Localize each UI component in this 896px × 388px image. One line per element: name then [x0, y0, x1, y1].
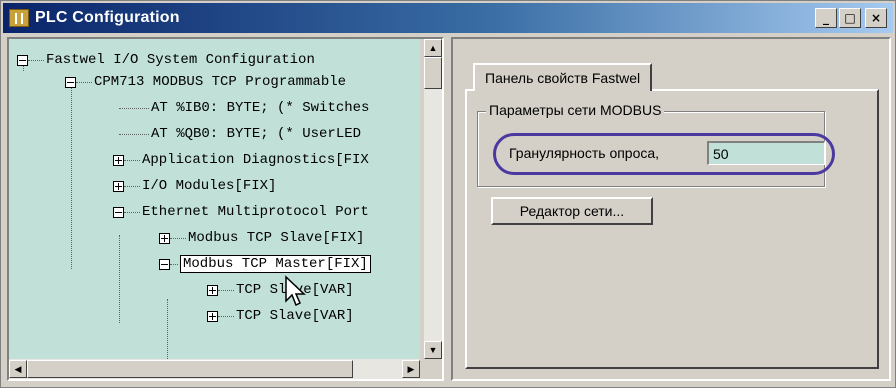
tree-connector [218, 289, 234, 291]
vertical-scroll-thumb[interactable] [424, 57, 442, 89]
arrow-right-icon: ▶ [407, 363, 415, 374]
tree-connector [124, 159, 140, 161]
tree-item-label: Modbus TCP Slave[FIX] [188, 230, 365, 246]
tree-connector [170, 237, 186, 239]
tree-item-label: Modbus TCP Master[FIX] [180, 255, 371, 273]
expand-icon[interactable] [207, 310, 218, 322]
expand-icon[interactable] [113, 154, 124, 166]
tree-connector [119, 133, 149, 135]
scroll-left-button[interactable]: ◀ [9, 360, 27, 378]
app-icon [9, 9, 29, 27]
minimize-icon: _ [823, 11, 829, 25]
title-bar[interactable]: PLC Configuration _ □ × [3, 3, 893, 33]
tree-item-label: Application Diagnostics[FIX [142, 152, 369, 168]
maximize-icon: □ [844, 11, 856, 25]
tree-connector [28, 59, 44, 61]
tree-item-label: I/O Modules[FIX] [142, 178, 277, 194]
tree-guide-line [119, 235, 120, 323]
tree-item[interactable]: TCP Slave[VAR] [207, 279, 354, 301]
tree-guide-line [167, 299, 168, 359]
arrow-down-icon: ▼ [428, 345, 438, 355]
horizontal-scrollbar[interactable]: ◀ ▶ [9, 359, 420, 379]
expand-icon[interactable] [159, 232, 170, 244]
properties-pane: Панель свойств Fastwel Параметры сети MO… [451, 37, 891, 381]
tree-connector [124, 211, 140, 213]
mouse-pointer-icon [285, 275, 306, 307]
configuration-tree[interactable]: Fastwel I/O System Configuration CPM713 … [9, 39, 420, 359]
tree-connector [124, 185, 140, 187]
tree-item-label: AT %IB0: BYTE; (* Switches [151, 100, 370, 116]
collapse-icon[interactable] [113, 206, 124, 218]
poll-granularity-label: Гранулярность опроса, [509, 145, 660, 161]
tab-fastwel-properties[interactable]: Панель свойств Fastwel [473, 63, 653, 91]
horizontal-scroll-thumb[interactable] [27, 360, 353, 378]
expand-icon[interactable] [207, 284, 218, 296]
scrollbar-corner [424, 359, 442, 379]
arrow-left-icon: ◀ [14, 363, 22, 374]
scroll-right-button[interactable]: ▶ [402, 360, 420, 378]
tree-item-label: AT %QB0: BYTE; (* UserLED [151, 126, 362, 142]
tree-item-label: Fastwel I/O System Configuration [46, 52, 315, 68]
close-icon: × [870, 11, 882, 25]
scroll-up-button[interactable]: ▲ [424, 39, 442, 57]
tree-item[interactable]: TCP Slave[VAR] [207, 305, 354, 327]
arrow-up-icon: ▲ [428, 43, 438, 53]
tab-label: Панель свойств Fastwel [485, 70, 641, 86]
tree-item[interactable]: Ethernet Multiprotocol Port [113, 201, 369, 223]
plc-configuration-window: PLC Configuration _ □ × Fastwel I/O Syst… [0, 0, 896, 388]
close-button[interactable]: × [865, 8, 887, 28]
window-title: PLC Configuration [35, 9, 180, 26]
vertical-scrollbar[interactable]: ▲ ▼ [424, 39, 442, 359]
tree-item[interactable]: CPM713 MODBUS TCP Programmable [65, 71, 346, 93]
tree-connector [170, 263, 178, 265]
tree-connector [76, 81, 92, 83]
configuration-tree-pane: Fastwel I/O System Configuration CPM713 … [7, 37, 444, 381]
tree-item[interactable]: Fastwel I/O System Configuration [17, 49, 315, 71]
tree-item[interactable]: I/O Modules[FIX] [113, 175, 276, 197]
minimize-button[interactable]: _ [815, 8, 837, 28]
network-editor-button[interactable]: Редактор сети... [491, 197, 653, 225]
tree-connector [119, 107, 149, 109]
tree-item[interactable]: AT %QB0: BYTE; (* UserLED [119, 123, 361, 145]
collapse-icon[interactable] [65, 76, 76, 88]
tree-item[interactable]: AT %IB0: BYTE; (* Switches [119, 97, 369, 119]
window-controls: _ □ × [815, 8, 887, 28]
tree-item-label: CPM713 MODBUS TCP Programmable [94, 74, 347, 90]
collapse-icon[interactable] [17, 54, 28, 66]
tree-item-selected[interactable]: Modbus TCP Master[FIX] [159, 253, 371, 275]
poll-granularity-input[interactable] [707, 141, 825, 165]
group-title: Параметры сети MODBUS [486, 102, 665, 118]
scroll-down-button[interactable]: ▼ [424, 341, 442, 359]
tree-connector [218, 315, 234, 317]
tree-item[interactable]: Application Diagnostics[FIX [113, 149, 369, 171]
maximize-button[interactable]: □ [839, 8, 861, 28]
collapse-icon[interactable] [159, 258, 170, 270]
tree-item[interactable]: Modbus TCP Slave[FIX] [159, 227, 364, 249]
tree-item-label: TCP Slave[VAR] [236, 308, 354, 324]
expand-icon[interactable] [113, 180, 124, 192]
network-editor-button-label: Редактор сети... [519, 203, 625, 219]
tree-item-label: Ethernet Multiprotocol Port [142, 204, 369, 220]
tree-guide-line [71, 79, 72, 269]
